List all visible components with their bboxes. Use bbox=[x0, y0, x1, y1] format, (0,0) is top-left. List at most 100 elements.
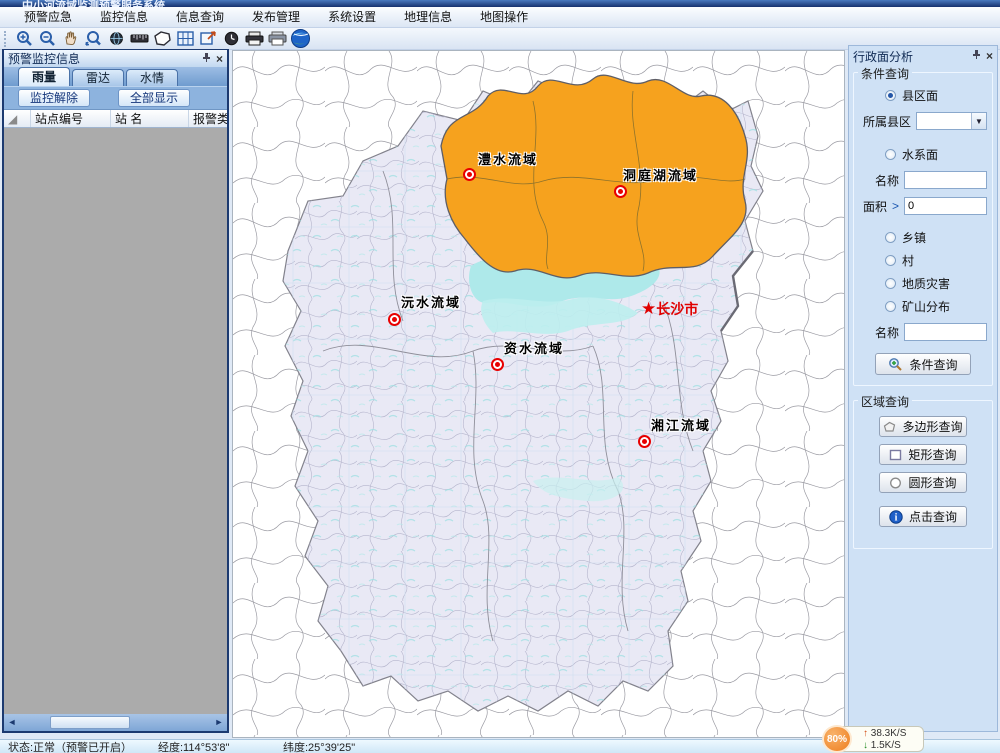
radio-icon[interactable] bbox=[885, 301, 896, 312]
polygon-icon bbox=[883, 421, 896, 433]
zoom-out-icon[interactable] bbox=[37, 29, 57, 49]
click-query-button[interactable]: i 点击查询 bbox=[879, 506, 967, 527]
basin-label-zishui: 资水流域 bbox=[504, 338, 564, 357]
history-clock-icon[interactable] bbox=[221, 29, 241, 49]
radio-town[interactable]: 乡镇 bbox=[885, 229, 987, 246]
close-icon[interactable]: × bbox=[216, 52, 223, 66]
upload-arrow-icon: ↑ bbox=[863, 728, 868, 739]
menu-map-operations[interactable]: 地图操作 bbox=[466, 7, 542, 28]
county-label: 所属县区 bbox=[863, 113, 911, 130]
area-value-input[interactable] bbox=[904, 197, 987, 215]
zoom-previous-icon[interactable] bbox=[83, 29, 103, 49]
menu-info-query[interactable]: 信息查询 bbox=[162, 7, 238, 28]
radio-village[interactable]: 村 bbox=[885, 252, 987, 269]
radio-icon[interactable] bbox=[885, 90, 896, 101]
show-all-button[interactable]: 全部显示 bbox=[118, 89, 190, 107]
svg-text:i: i bbox=[895, 512, 898, 523]
left-panel-titlebar: 预警监控信息 × bbox=[4, 50, 227, 67]
right-panel-title: 行政面分析 bbox=[853, 48, 972, 65]
menu-bar: 预警应急 监控信息 信息查询 发布管理 系统设置 地理信息 地图操作 bbox=[0, 7, 1000, 28]
station-marker-yuanshui[interactable] bbox=[388, 313, 401, 326]
search-plus-icon bbox=[888, 357, 903, 372]
station-table-body[interactable] bbox=[4, 128, 227, 714]
scrollbar-thumb[interactable] bbox=[50, 716, 130, 729]
polygon-select-icon[interactable] bbox=[152, 29, 172, 49]
tab-water-level[interactable]: 水情 bbox=[126, 69, 178, 86]
feature-name-input[interactable] bbox=[904, 323, 987, 341]
left-panel-title: 预警监控信息 bbox=[8, 50, 202, 67]
horizontal-scrollbar[interactable]: ◄ ► bbox=[4, 714, 227, 731]
left-panel-tabs: 雨量 雷达 水情 bbox=[4, 67, 227, 86]
chevron-down-icon[interactable]: ▼ bbox=[971, 113, 986, 129]
status-text: 状态:正常（预警已开启） bbox=[0, 739, 150, 753]
pin-icon[interactable] bbox=[202, 52, 211, 66]
radio-icon[interactable] bbox=[885, 278, 896, 289]
city-star-icon: ★ bbox=[641, 299, 656, 318]
rectangle-query-button[interactable]: 矩形查询 bbox=[879, 444, 967, 465]
menu-warning-emergency[interactable]: 预警应急 bbox=[10, 7, 86, 28]
pin-icon[interactable] bbox=[972, 49, 981, 63]
menu-system-settings[interactable]: 系统设置 bbox=[314, 7, 390, 28]
map-viewport[interactable]: 澧水流域 洞庭湖流域 沅水流域 资水流域 湘江流域 ★长沙市 bbox=[232, 50, 845, 738]
scroll-left-icon[interactable]: ◄ bbox=[4, 715, 20, 730]
col-station-id[interactable]: 站点编号 bbox=[31, 110, 111, 127]
col-station-name[interactable]: 站 名 bbox=[111, 110, 189, 127]
station-marker-xiangjiang[interactable] bbox=[638, 435, 651, 448]
basin-label-yuanshui: 沅水流域 bbox=[401, 292, 461, 311]
network-speed-widget[interactable]: ↑ 38.3K/S ↓ 1.5K/S 80% bbox=[822, 725, 932, 753]
zoom-in-icon[interactable] bbox=[14, 29, 34, 49]
menu-publish-manage[interactable]: 发布管理 bbox=[238, 7, 314, 28]
radio-geo-disaster[interactable]: 地质灾害 bbox=[885, 275, 987, 292]
station-table-header: ◢ 站点编号 站 名 报警类别 bbox=[4, 110, 227, 128]
usage-percent-badge[interactable]: 80% bbox=[822, 725, 852, 753]
basin-label-dongting: 洞庭湖流域 bbox=[623, 165, 698, 184]
upload-speed: 38.3K/S bbox=[871, 728, 907, 739]
close-icon[interactable]: × bbox=[986, 49, 993, 63]
right-panel-titlebar: 行政面分析 × bbox=[853, 48, 993, 64]
county-select[interactable]: ▼ bbox=[916, 112, 987, 130]
station-marker-dongting[interactable] bbox=[614, 185, 627, 198]
name-label: 名称 bbox=[875, 324, 899, 341]
sort-triangle-icon[interactable]: ◢ bbox=[4, 110, 31, 127]
print-icon[interactable] bbox=[244, 29, 264, 49]
polygon-query-button[interactable]: 多边形查询 bbox=[879, 416, 967, 437]
admin-analysis-panel: 行政面分析 × 条件查询 县区面 所属县区 ▼ 水系面 bbox=[848, 45, 998, 732]
grid-layers-icon[interactable] bbox=[175, 29, 195, 49]
scroll-right-icon[interactable]: ► bbox=[211, 715, 227, 730]
condition-group-title: 条件查询 bbox=[858, 65, 912, 82]
download-speed: 1.5K/S bbox=[871, 740, 901, 751]
radio-mine-distribution[interactable]: 矿山分布 bbox=[885, 298, 987, 315]
city-label-changsha: ★长沙市 bbox=[641, 299, 698, 319]
globe-small-icon[interactable] bbox=[106, 29, 126, 49]
menu-monitor-info[interactable]: 监控信息 bbox=[86, 7, 162, 28]
basin-label-xiangjiang: 湘江流域 bbox=[651, 415, 711, 434]
condition-query-button[interactable]: 条件查询 bbox=[875, 353, 971, 375]
radio-icon[interactable] bbox=[885, 149, 896, 160]
station-marker-lishui[interactable] bbox=[463, 168, 476, 181]
radio-icon[interactable] bbox=[885, 232, 896, 243]
monitor-release-button[interactable]: 监控解除 bbox=[18, 89, 90, 107]
toolbar-grip bbox=[4, 31, 8, 47]
menu-geo-info[interactable]: 地理信息 bbox=[390, 7, 466, 28]
left-panel-buttons: 监控解除 全部显示 bbox=[4, 86, 227, 110]
radio-icon[interactable] bbox=[885, 255, 896, 266]
tab-rainfall[interactable]: 雨量 bbox=[18, 67, 70, 86]
longitude-readout: 经度:114°53'8" bbox=[150, 739, 275, 753]
region-query-group: 区域查询 多边形查询 矩形查询 圆形查询 bbox=[853, 400, 993, 549]
print-preview-icon[interactable] bbox=[267, 29, 287, 49]
tab-radar[interactable]: 雷达 bbox=[72, 69, 124, 86]
radio-county-area[interactable]: 县区面 bbox=[885, 87, 987, 104]
name-label: 名称 bbox=[875, 172, 899, 189]
measure-ruler-icon[interactable] bbox=[129, 29, 149, 49]
radio-water-system[interactable]: 水系面 bbox=[885, 146, 987, 163]
water-name-input[interactable] bbox=[904, 171, 987, 189]
info-icon: i bbox=[889, 510, 903, 524]
export-icon[interactable] bbox=[198, 29, 218, 49]
pan-hand-icon[interactable] bbox=[60, 29, 80, 49]
browser-globe-icon[interactable] bbox=[290, 29, 310, 49]
col-alarm-type[interactable]: 报警类别 bbox=[189, 110, 227, 127]
warning-monitor-panel: 预警监控信息 × 雨量 雷达 水情 监控解除 全部显示 ◢ 站点编号 站 名 报… bbox=[2, 49, 229, 733]
circle-query-button[interactable]: 圆形查询 bbox=[879, 472, 967, 493]
station-marker-zishui[interactable] bbox=[491, 358, 504, 371]
area-label: 面积 bbox=[863, 198, 887, 215]
